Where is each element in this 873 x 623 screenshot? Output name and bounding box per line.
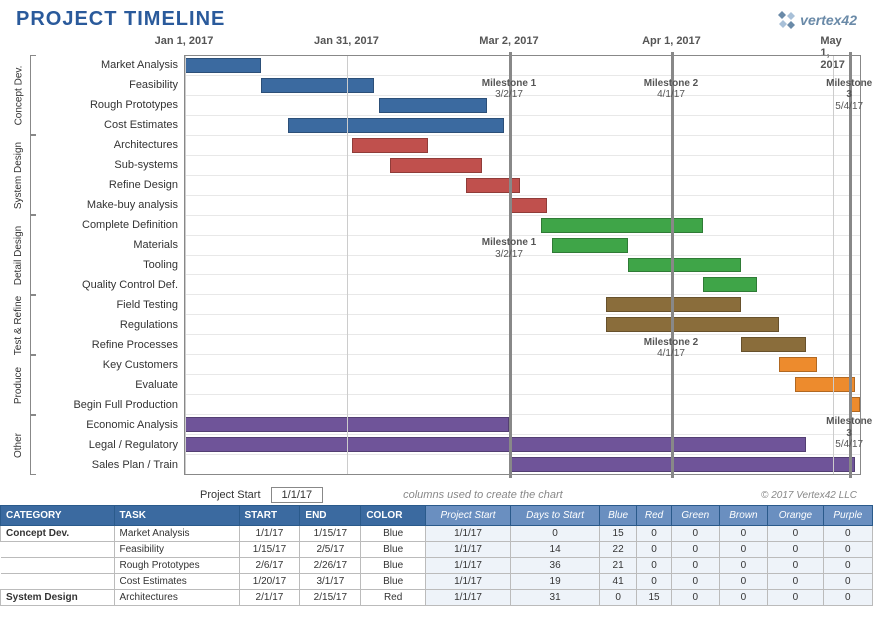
table-header: START — [239, 506, 300, 526]
gantt-bar — [288, 118, 504, 133]
milestone-label: Milestone 13/2/17 — [482, 78, 536, 101]
milestone-label: Milestone 24/1/17 — [644, 78, 698, 101]
category-label: Detail Design — [2, 215, 36, 295]
table-subheader: Project Start — [425, 506, 510, 526]
milestone-line — [849, 52, 852, 478]
table-subheader: Blue — [600, 506, 637, 526]
milestone-line — [509, 52, 512, 478]
gantt-bar — [379, 98, 487, 113]
data-table: CATEGORYTASKSTARTENDCOLORProject StartDa… — [0, 505, 873, 606]
category-label: Concept Dev. — [2, 55, 36, 135]
gantt-bar — [185, 437, 806, 452]
copyright: © 2017 Vertex42 LLC — [761, 490, 857, 501]
table-subheader: Purple — [823, 506, 872, 526]
table-subheader: Red — [637, 506, 672, 526]
gantt-bar — [779, 357, 817, 372]
table-subheader: Orange — [768, 506, 823, 526]
logo: vertex42 — [778, 11, 857, 29]
table-subheader: Brown — [719, 506, 768, 526]
table-row: Rough Prototypes2/6/172/26/17Blue1/1/173… — [1, 558, 873, 574]
gantt-bar — [741, 337, 806, 352]
table-row: System DesignArchitectures2/1/172/15/17R… — [1, 590, 873, 606]
logo-icon — [778, 11, 796, 29]
milestone-label: Milestone 35/4/17 — [826, 416, 872, 451]
axis-tick: Apr 1, 2017 — [642, 35, 701, 47]
table-subheader: Days to Start — [511, 506, 600, 526]
gantt-bar — [261, 78, 374, 93]
gantt-bar — [390, 158, 482, 173]
category-label: System Design — [2, 135, 36, 215]
gantt-bar — [352, 138, 428, 153]
page-title: PROJECT TIMELINE — [16, 8, 225, 31]
gantt-bar — [703, 277, 757, 292]
gantt-bar — [509, 457, 855, 472]
milestone-label: Milestone 13/2/17 — [482, 237, 536, 260]
gantt-bar — [509, 198, 547, 213]
milestone-label: Milestone 24/1/17 — [644, 337, 698, 360]
table-row: Feasibility1/15/172/5/17Blue1/1/17142200… — [1, 542, 873, 558]
table-header: END — [300, 506, 361, 526]
axis-tick: Mar 2, 2017 — [479, 35, 538, 47]
axis-tick: Jan 31, 2017 — [314, 35, 379, 47]
gantt-bar — [606, 317, 779, 332]
table-header: TASK — [114, 506, 239, 526]
project-start-value: 1/1/17 — [271, 487, 324, 503]
gantt-bar — [795, 377, 854, 392]
columns-note: columns used to create the chart — [403, 489, 563, 501]
gantt-chart: Jan 1, 2017 Jan 31, 2017 Mar 2, 2017 Apr 1,… — [4, 35, 861, 475]
gantt-bar — [541, 218, 703, 233]
category-label: Other — [2, 415, 36, 475]
axis-tick: Jan 1, 2017 — [155, 35, 214, 47]
category-label: Produce — [2, 355, 36, 415]
gantt-bar — [185, 58, 261, 73]
project-start-label: Project Start — [200, 489, 261, 501]
category-label: Test & Refine — [2, 295, 36, 355]
gantt-bar — [628, 258, 741, 273]
milestone-line — [671, 52, 674, 478]
table-row: Concept Dev.Market Analysis1/1/171/15/17… — [1, 526, 873, 542]
table-header: COLOR — [361, 506, 426, 526]
table-row: Cost Estimates1/20/173/1/17Blue1/1/17194… — [1, 574, 873, 590]
table-header: CATEGORY — [1, 506, 115, 526]
milestone-label: Milestone 35/4/17 — [826, 78, 872, 113]
table-subheader: Green — [671, 506, 719, 526]
gantt-bar — [552, 238, 628, 253]
